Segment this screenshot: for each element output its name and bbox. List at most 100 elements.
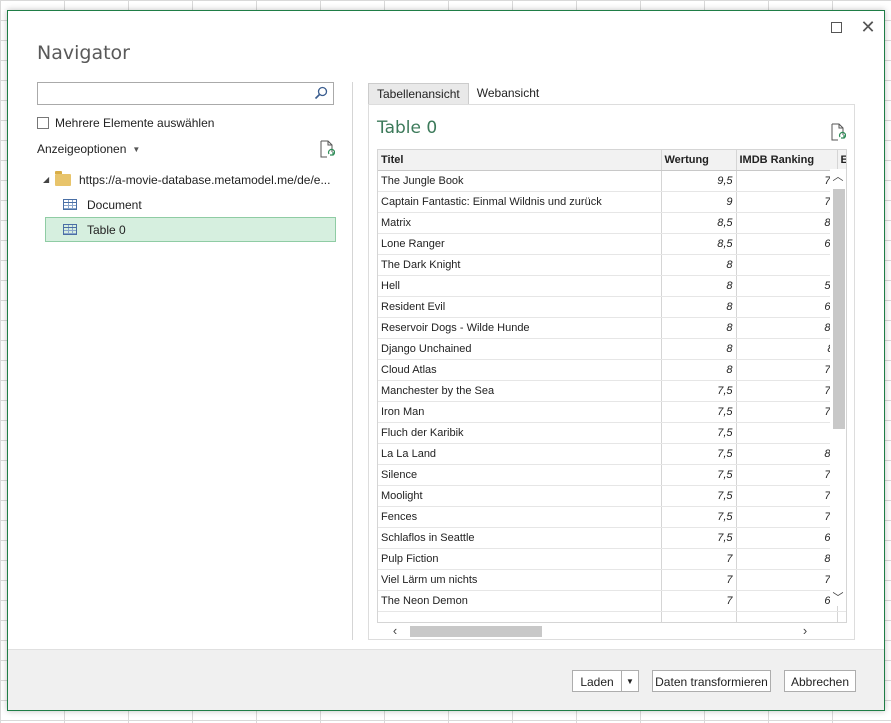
table-row[interactable]: Viel Lärm um nichts 7 7, [378, 569, 846, 591]
table-cell: 8,5 [661, 233, 737, 255]
transform-data-button[interactable]: Daten transformieren [652, 670, 771, 692]
table-row[interactable]: The Jungle Book 9,5 7, [378, 170, 846, 192]
table-cell: 6, [736, 527, 838, 549]
table-row[interactable]: Lone Ranger 8,5 6, [378, 233, 846, 255]
table-cell: Django Unchained [378, 338, 662, 360]
table-cell: Pulp Fiction [378, 548, 662, 570]
table-row[interactable]: Moolight 7,5 7, [378, 485, 846, 507]
scroll-left-icon[interactable]: ‹ [387, 623, 403, 639]
table-cell: 7, [736, 401, 838, 423]
table-cell: 8, [736, 212, 838, 234]
table-row[interactable]: Iron Man 7,5 7, [378, 401, 846, 423]
load-button[interactable]: Laden [572, 670, 622, 692]
column-header[interactable]: Wertung [661, 150, 737, 171]
table-cell: Iron Man [378, 401, 662, 423]
table-icon [63, 224, 77, 235]
table-cell: Manchester by the Sea [378, 380, 662, 402]
table-row[interactable]: Manchester by the Sea 7,5 7, [378, 380, 846, 402]
data-grid: Titel Wertung IMDB Ranking Er The Jungle… [377, 149, 847, 623]
table-row[interactable]: Cloud Atlas 8 7, [378, 359, 846, 381]
table-row[interactable]: Matrix 8,5 8, [378, 212, 846, 234]
maximize-button[interactable] [824, 17, 848, 37]
table-cell: Fences [378, 506, 662, 528]
table-cell: 5, [736, 275, 838, 297]
table-cell [736, 422, 838, 444]
table-cell [736, 254, 838, 276]
tab-table-view[interactable]: Tabellenansicht [368, 83, 469, 104]
column-header[interactable]: Titel [378, 150, 662, 171]
table-cell: Viel Lärm um nichts [378, 569, 662, 591]
scroll-thumb[interactable] [833, 189, 845, 429]
scroll-up-icon[interactable]: ︿ [830, 169, 846, 185]
table-cell: 7, [736, 380, 838, 402]
table-cell: 7, [736, 464, 838, 486]
table-row[interactable]: Captain Fantastic: Einmal Wildnis und zu… [378, 191, 846, 213]
scroll-right-icon[interactable]: › [797, 623, 813, 639]
table-cell: 8, [736, 317, 838, 339]
table-row[interactable]: Reservoir Dogs - Wilde Hunde 8 8, [378, 317, 846, 339]
table-cell [378, 611, 662, 622]
table-cell [837, 611, 846, 622]
table-cell: Lone Ranger [378, 233, 662, 255]
table-row[interactable]: Schlaflos in Seattle 7,5 6, [378, 527, 846, 549]
tree-root[interactable]: ◢ https://a-movie-database.metamodel.me/… [37, 167, 337, 192]
table-cell: Captain Fantastic: Einmal Wildnis und zu… [378, 191, 662, 213]
search-icon[interactable] [314, 86, 328, 100]
refresh-icon[interactable] [830, 123, 846, 141]
table-cell: 7,5 [661, 506, 737, 528]
table-cell: The Dark Knight [378, 254, 662, 276]
maximize-icon [830, 22, 842, 33]
table-cell: 7,5 [661, 380, 737, 402]
tree-item-label: Document [87, 197, 142, 212]
table-row[interactable]: Silence 7,5 7, [378, 464, 846, 486]
table-icon [63, 199, 77, 210]
table-row[interactable]: Fluch der Karibik 7,5 [378, 422, 846, 444]
table-row[interactable]: Pulp Fiction 7 8, [378, 548, 846, 570]
multi-select-option[interactable]: Mehrere Elemente auswählen [37, 116, 214, 130]
display-options-dropdown[interactable]: Anzeigeoptionen ▼ [37, 142, 140, 156]
table-cell: 7 [661, 569, 737, 591]
refresh-icon[interactable] [319, 140, 335, 158]
table-cell: 7, [736, 506, 838, 528]
tree-item-table-0[interactable]: Table 0 [45, 217, 336, 242]
table-cell: Fluch der Karibik [378, 422, 662, 444]
table-cell: 7,5 [661, 527, 737, 549]
tree-root-label: https://a-movie-database.metamodel.me/de… [79, 172, 331, 187]
chevron-down-icon: ▼ [626, 677, 634, 686]
search-input[interactable] [37, 82, 334, 105]
scroll-thumb[interactable] [410, 626, 542, 637]
table-row[interactable]: La La Land 7,5 8, [378, 443, 846, 465]
table-cell: 8,5 [661, 212, 737, 234]
table-row[interactable]: The Dark Knight 8 [378, 254, 846, 276]
tab-web-view[interactable]: Webansicht [469, 83, 547, 104]
table-row[interactable]: Fences 7,5 7, [378, 506, 846, 528]
table-row[interactable]: Resident Evil 8 6, [378, 296, 846, 318]
table-cell [661, 611, 737, 622]
table-row[interactable]: The Neon Demon 7 6, [378, 590, 846, 612]
column-header[interactable]: IMDB Ranking [736, 150, 838, 171]
table-row[interactable] [378, 611, 846, 622]
column-header[interactable]: Er [837, 150, 846, 171]
table-cell: 7 [661, 548, 737, 570]
horizontal-scrollbar[interactable]: ‹ › [377, 623, 839, 639]
table-cell: The Neon Demon [378, 590, 662, 612]
load-dropdown-button[interactable]: ▼ [621, 670, 639, 692]
panel-divider[interactable] [352, 82, 353, 640]
table-cell: 6, [736, 296, 838, 318]
multi-select-checkbox[interactable] [37, 117, 49, 129]
scroll-down-icon[interactable]: ﹀ [830, 590, 846, 606]
preview-pane: Table 0 Titel Wertung IMDB Ranking Er [368, 104, 855, 640]
table-row[interactable]: Django Unchained88 [378, 338, 846, 360]
tree-item-document[interactable]: Document [37, 192, 337, 217]
expand-triangle-icon[interactable]: ◢ [43, 175, 53, 184]
table-cell: 7, [736, 485, 838, 507]
table-cell: 8 [661, 296, 737, 318]
table-cell: 8, [736, 548, 838, 570]
table-cell: 8 [736, 338, 838, 360]
table-row[interactable]: Hell 8 5, [378, 275, 846, 297]
vertical-scrollbar[interactable]: ︿ ﹀ [830, 169, 846, 606]
cancel-button[interactable]: Abbrechen [784, 670, 856, 692]
table-cell: 8 [661, 317, 737, 339]
close-button[interactable]: ✕ [856, 17, 880, 37]
tree-item-label: Table 0 [87, 222, 126, 237]
